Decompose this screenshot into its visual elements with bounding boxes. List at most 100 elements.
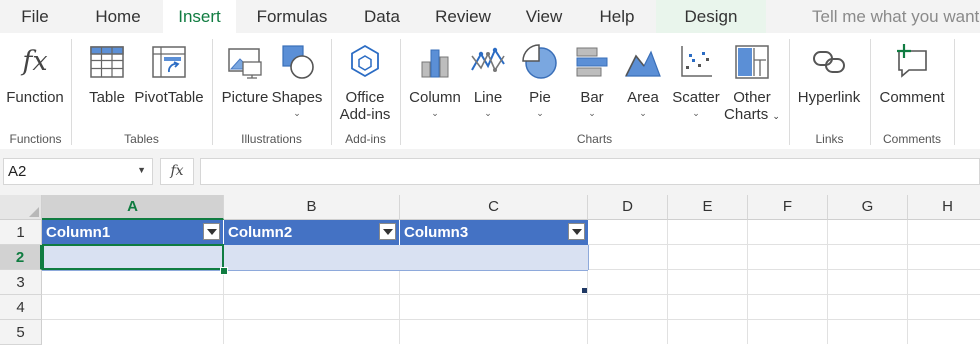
table-icon <box>90 46 124 78</box>
function-label: Function <box>6 89 64 106</box>
area-chart-icon <box>625 50 661 77</box>
other-charts-button[interactable]: Other Charts ⌄ <box>722 38 782 133</box>
tab-insert[interactable]: Insert <box>163 0 236 33</box>
column-header-f[interactable]: F <box>748 195 828 220</box>
chevron-down-icon[interactable]: ▼ <box>137 165 146 175</box>
tab-help[interactable]: Help <box>588 0 646 33</box>
bar-chart-button[interactable]: Bar ⌄ <box>568 38 616 133</box>
office-addins-label: Office Add-ins <box>334 89 396 123</box>
pivottable-label: PivotTable <box>134 89 204 106</box>
selected-cell-a2[interactable] <box>42 244 224 270</box>
scatter-chart-icon <box>681 46 712 77</box>
pivottable-icon <box>152 46 186 78</box>
pivottable-button[interactable]: PivotTable <box>133 38 205 128</box>
name-box[interactable]: A2 ▼ <box>3 158 153 185</box>
hyperlink-button[interactable]: Hyperlink <box>794 38 864 128</box>
picture-icon <box>228 48 262 79</box>
line-chart-icon <box>471 47 505 72</box>
column-header-b[interactable]: B <box>224 195 400 220</box>
tab-formulas[interactable]: Formulas <box>247 0 337 33</box>
insert-function-button[interactable]: fx <box>160 158 194 185</box>
column-header-g[interactable]: G <box>828 195 908 220</box>
row-header-3[interactable]: 3 <box>0 270 42 295</box>
comment-label: Comment <box>879 89 945 106</box>
table-header-cell[interactable]: Column3 <box>400 220 588 245</box>
row-header-1[interactable]: 1 <box>0 220 42 245</box>
bar-chart-label: Bar <box>580 89 604 106</box>
formula-bar: A2 ▼ fx <box>0 157 980 188</box>
scatter-chart-label: Scatter <box>672 89 720 106</box>
picture-button[interactable]: Picture <box>219 38 271 128</box>
new-comment-icon <box>897 44 927 78</box>
other-charts-label-line1: Other <box>733 89 771 106</box>
office-addins-button[interactable]: Office Add-ins <box>334 38 396 128</box>
column-header-c[interactable]: C <box>400 195 588 220</box>
table-header-cell[interactable]: Column2 <box>224 220 400 245</box>
pie-chart-icon <box>522 44 557 79</box>
group-separator <box>789 39 790 145</box>
worksheet-grid: A B C D E F G H 1 2 3 4 5 Column1 Column… <box>0 195 980 345</box>
column-header-e[interactable]: E <box>668 195 748 220</box>
office-addins-label-line1: Office <box>345 89 385 106</box>
column-chart-dropdown-icon: ⌄ <box>431 108 439 118</box>
ribbon-tab-bar: File Home Insert Formulas Data Review Vi… <box>0 0 980 33</box>
bar-chart-dropdown-icon: ⌄ <box>588 108 596 118</box>
row-header-4[interactable]: 4 <box>0 295 42 320</box>
column-header-d[interactable]: D <box>588 195 668 220</box>
formula-input[interactable] <box>200 158 980 185</box>
ribbon-bottom-gap <box>0 149 980 157</box>
line-chart-label: Line <box>473 89 503 106</box>
column-chart-icon <box>421 49 449 78</box>
group-label-tables: Tables <box>124 132 159 146</box>
table-right-border <box>588 245 589 270</box>
column-header-h[interactable]: H <box>908 195 980 220</box>
tab-design[interactable]: Design <box>656 0 766 33</box>
table-bottom-border <box>42 270 588 271</box>
pie-chart-button[interactable]: Pie ⌄ <box>514 38 566 133</box>
area-chart-button[interactable]: Area ⌄ <box>618 38 668 133</box>
table-button[interactable]: Table <box>84 38 130 128</box>
filter-dropdown-icon[interactable] <box>568 223 585 240</box>
group-separator <box>954 39 955 145</box>
shapes-label: Shapes <box>271 89 323 106</box>
formula-bar-gap <box>0 188 980 195</box>
table-header-label: Column3 <box>404 224 469 241</box>
group-separator <box>331 39 332 145</box>
tell-me-search[interactable]: Tell me what you want <box>812 0 979 33</box>
gridline <box>667 220 668 344</box>
row-header-2[interactable]: 2 <box>0 245 42 270</box>
svg-text:fx: fx <box>20 46 47 77</box>
column-chart-button[interactable]: Column ⌄ <box>406 38 464 133</box>
filter-dropdown-icon[interactable] <box>203 223 220 240</box>
comment-button[interactable]: Comment <box>875 38 949 128</box>
scatter-chart-button[interactable]: Scatter ⌄ <box>670 38 722 133</box>
table-header-cell[interactable]: Column1 <box>42 220 224 245</box>
row-header-5[interactable]: 5 <box>0 320 42 345</box>
shapes-button[interactable]: Shapes ⌄ <box>271 38 323 133</box>
group-separator <box>870 39 871 145</box>
ribbon-insert: fx Function Table PivotTable Picture Sha… <box>0 33 980 149</box>
table-header-label: Column2 <box>228 224 293 241</box>
tab-view[interactable]: View <box>515 0 573 33</box>
function-button[interactable]: fx Function <box>3 38 67 128</box>
name-box-value: A2 <box>8 163 27 180</box>
hyperlink-label: Hyperlink <box>797 89 861 106</box>
select-all-button[interactable] <box>0 195 42 220</box>
fill-handle[interactable] <box>220 267 228 275</box>
tab-home[interactable]: Home <box>82 0 154 33</box>
table-resize-handle[interactable] <box>582 288 587 293</box>
gridline <box>42 294 980 295</box>
line-chart-button[interactable]: Line ⌄ <box>464 38 512 133</box>
bar-chart-icon <box>576 47 608 77</box>
filter-dropdown-icon[interactable] <box>379 223 396 240</box>
tab-file[interactable]: File <box>0 0 70 33</box>
other-charts-label-line2: Charts <box>724 106 769 123</box>
group-separator <box>212 39 213 145</box>
function-icon: fx <box>20 46 47 77</box>
group-separator <box>71 39 72 145</box>
tab-review[interactable]: Review <box>426 0 500 33</box>
column-header-a[interactable]: A <box>42 195 224 220</box>
office-addins-label-line2: Add-ins <box>339 106 391 123</box>
tab-data[interactable]: Data <box>352 0 412 33</box>
gridline <box>747 220 748 344</box>
